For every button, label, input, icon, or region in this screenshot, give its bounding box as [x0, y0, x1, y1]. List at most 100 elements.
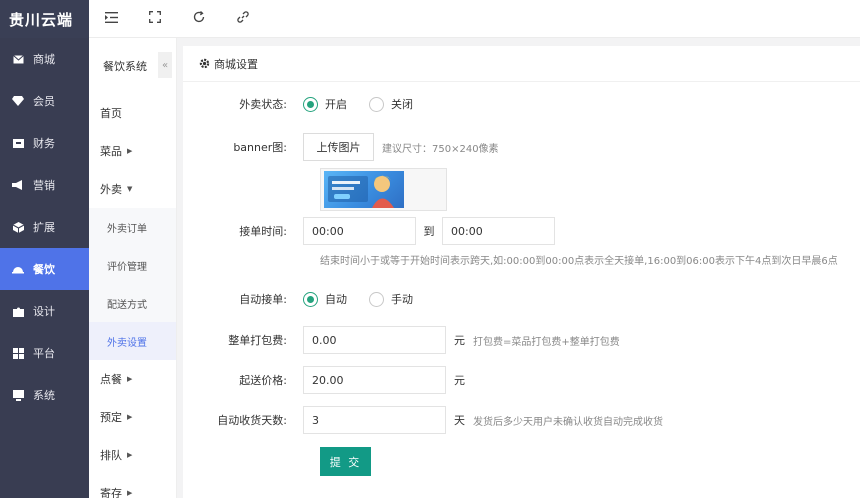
nav-label: 营销: [33, 179, 55, 192]
submenu-item-takeout-settings[interactable]: 外卖设置: [89, 322, 176, 360]
end-time-input[interactable]: 00:00: [442, 217, 555, 245]
row-auto-receive-days: 自动收货天数: 3 天 发货后多少天用户未确认收货自动完成收货: [183, 406, 663, 434]
submenu-item-home[interactable]: 首页: [89, 94, 176, 132]
time-hint: 结束时间小于或等于开始时间表示跨天,如:00:00到00:00点表示全天接单,1…: [320, 256, 838, 267]
nav-item-platform[interactable]: 平台: [0, 332, 89, 374]
puzzle-icon: [12, 305, 24, 317]
refresh-icon: [193, 11, 205, 26]
monitor-icon: [12, 389, 24, 401]
min-price-input[interactable]: 20.00: [303, 366, 446, 394]
brand-logo: 贵川云端: [0, 0, 89, 38]
nav-item-system[interactable]: 系统: [0, 374, 89, 416]
status-label: 外卖状态:: [239, 98, 287, 111]
submenu-item-reviews[interactable]: 评价管理: [89, 246, 176, 284]
nav-label: 财务: [33, 137, 55, 150]
caret-right-icon: ▶: [127, 413, 133, 421]
banner-thumbnail-image: [324, 171, 404, 208]
nav-label: 商城: [33, 53, 55, 66]
packing-fee-input[interactable]: 0.00: [303, 326, 446, 354]
cube-icon: [12, 221, 24, 233]
caret-right-icon: ▶: [127, 489, 133, 497]
banner-label: banner图:: [233, 141, 287, 154]
auto-accept-radio[interactable]: 自动: [303, 291, 347, 307]
refresh-button[interactable]: [177, 0, 221, 38]
grid-icon: [12, 347, 24, 359]
megaphone-icon: [12, 179, 24, 191]
row-order-time: 接单时间: 00:00 到 00:00: [183, 217, 555, 245]
nav-label: 扩展: [33, 221, 55, 234]
status-off-radio[interactable]: 关闭: [369, 96, 413, 112]
time-separator: 到: [423, 225, 435, 238]
fullscreen-button[interactable]: [133, 0, 177, 38]
banner-size-hint: 建议尺寸：750×240像素: [382, 143, 499, 155]
gem-icon: [12, 95, 24, 107]
row-time-hint: 结束时间小于或等于开始时间表示跨天,如:00:00到00:00点表示全天接单,1…: [320, 252, 838, 267]
mail-icon: [12, 53, 24, 65]
cloche-icon: [12, 263, 24, 275]
pack-hint: 打包费=菜品打包费+整单打包费: [473, 336, 620, 348]
caret-down-icon: ▼: [127, 185, 133, 193]
submenu-item-delivery[interactable]: 配送方式: [89, 284, 176, 322]
fullscreen-icon: [149, 11, 161, 26]
start-time-input[interactable]: 00:00: [303, 217, 416, 245]
nav-label: 系统: [33, 389, 55, 402]
double-chevron-left-icon: «: [161, 59, 169, 71]
nav-item-mall[interactable]: 商城: [0, 38, 89, 80]
auto-receive-days-input[interactable]: 3: [303, 406, 446, 434]
caret-right-icon: ▶: [127, 451, 133, 459]
secondary-menu: 餐饮系统 « 首页 菜品 ▶ 外卖 ▼ 外卖订单 评价管理 配送方式 外卖设置 点餐…: [89, 38, 177, 498]
settings-panel: 商城设置 外卖状态: 开启 关闭 banner图: 上传图片 建议尺寸：750×…: [183, 46, 860, 498]
panel-header: 商城设置: [183, 46, 860, 82]
nav-label: 设计: [33, 305, 55, 318]
caret-right-icon: ▶: [127, 147, 133, 155]
days-label: 自动收货天数:: [217, 414, 287, 427]
banner-preview[interactable]: [320, 168, 447, 211]
nav-item-finance[interactable]: 财务: [0, 122, 89, 164]
days-unit: 天: [454, 414, 465, 427]
submenu-item-dishes[interactable]: 菜品 ▶: [89, 132, 176, 170]
nav-label: 会员: [33, 95, 55, 108]
nav-item-member[interactable]: 会员: [0, 80, 89, 122]
submenu-header: 餐饮系统 «: [89, 38, 176, 94]
upload-image-button[interactable]: 上传图片: [303, 133, 374, 161]
min-unit: 元: [454, 374, 465, 387]
panel-title: 商城设置: [214, 57, 258, 71]
row-auto-accept: 自动接单: 自动 手动: [183, 291, 435, 307]
submenu-item-takeout-orders[interactable]: 外卖订单: [89, 208, 176, 246]
submenu-item-takeout[interactable]: 外卖 ▼: [89, 170, 176, 208]
pack-label: 整单打包费:: [228, 334, 287, 347]
min-label: 起送价格:: [239, 374, 287, 387]
menu-toggle-button[interactable]: [89, 0, 133, 38]
auto-label: 自动接单:: [239, 293, 287, 306]
gear-icon: [199, 58, 210, 69]
row-min-price: 起送价格: 20.00 元: [183, 366, 465, 394]
top-toolbar: [89, 0, 860, 38]
submenu-item-order[interactable]: 点餐 ▶: [89, 360, 176, 398]
nav-item-marketing[interactable]: 营销: [0, 164, 89, 206]
submenu-title: 餐饮系统: [103, 60, 147, 73]
submenu-item-reserve[interactable]: 预定 ▶: [89, 398, 176, 436]
indent-icon: [104, 11, 118, 26]
row-takeout-status: 外卖状态: 开启 关闭: [183, 96, 435, 112]
submenu-item-queue[interactable]: 排队 ▶: [89, 436, 176, 474]
submenu-item-storage[interactable]: 寄存 ▶: [89, 474, 176, 498]
nav-label: 餐饮: [33, 263, 55, 276]
days-hint: 发货后多少天用户未确认收货自动完成收货: [473, 416, 663, 428]
collapse-submenu-button[interactable]: «: [158, 52, 172, 78]
row-packing-fee: 整单打包费: 0.00 元 打包费=菜品打包费+整单打包费: [183, 326, 620, 354]
main-sidebar: 贵川云端 商城 会员 财务 营销 扩展 餐饮 设计 平台 系统: [0, 0, 89, 498]
nav-item-catering[interactable]: 餐饮: [0, 248, 89, 290]
nav-label: 平台: [33, 347, 55, 360]
link-button[interactable]: [221, 0, 265, 38]
manual-accept-radio[interactable]: 手动: [369, 291, 413, 307]
status-on-radio[interactable]: 开启: [303, 96, 347, 112]
time-label: 接单时间:: [239, 225, 287, 238]
row-banner: banner图: 上传图片 建议尺寸：750×240像素: [183, 133, 499, 161]
nav-item-design[interactable]: 设计: [0, 290, 89, 332]
link-icon: [237, 11, 249, 26]
caret-right-icon: ▶: [127, 375, 133, 383]
nav-item-extension[interactable]: 扩展: [0, 206, 89, 248]
wallet-icon: [12, 137, 24, 149]
submit-button[interactable]: 提 交: [320, 447, 371, 476]
pack-unit: 元: [454, 334, 465, 347]
